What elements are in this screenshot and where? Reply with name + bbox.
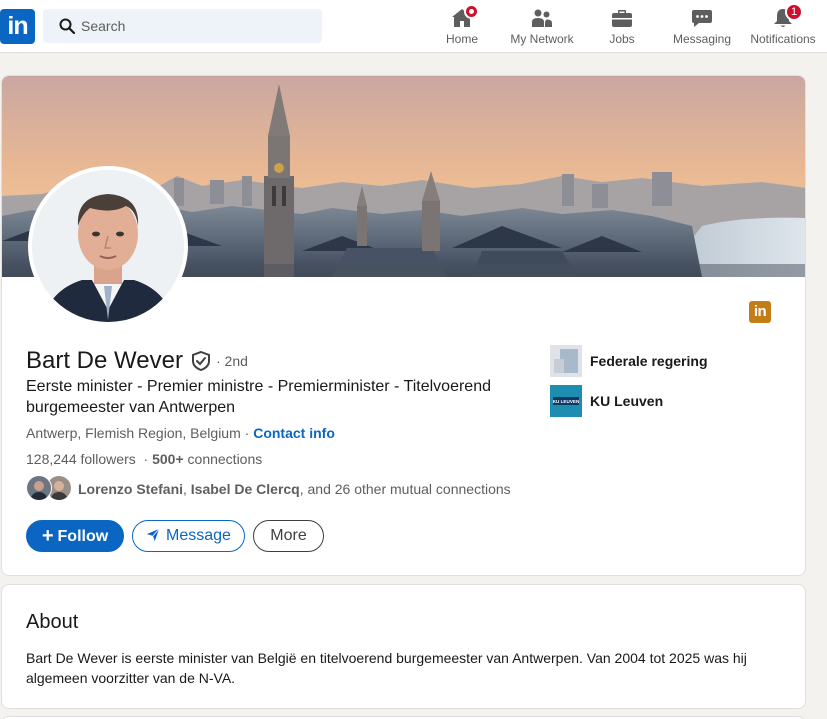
search-input[interactable] [81,9,311,43]
follow-button[interactable]: + Follow [26,520,124,552]
mutual-sep: , [183,481,191,497]
connections-count[interactable]: 500+ [152,451,184,467]
message-label: Message [166,527,231,544]
send-icon [146,528,160,542]
linkedin-logo[interactable]: in [0,9,35,44]
network-icon [532,9,552,27]
nav-jobs[interactable]: Jobs [597,0,647,53]
profile-card: in Bart De Wever · 2nd Eerste minister -… [1,75,806,576]
message-button[interactable]: Message [132,520,245,552]
nav-notifications-label: Notifications [750,32,816,46]
profile-location: Antwerp, Flemish Region, Belgium [26,425,241,441]
nav-my-network[interactable]: My Network [505,0,579,53]
about-text: Bart De Wever is eerste minister van Bel… [26,650,747,686]
mutual-name-1: Lorenzo Stefani [78,481,184,497]
nav-messaging[interactable]: Messaging [670,0,734,53]
more-button[interactable]: More [253,520,324,552]
org-name-federale-regering: Federale regering [590,353,708,369]
nav-notifications[interactable]: 1 Notifications [746,0,820,53]
followers-line: 128,244 followers · 500+ connections [26,451,262,467]
profile-headline: Eerste minister - Premier ministre - Pre… [26,378,491,416]
briefcase-icon [612,10,632,27]
linkedin-badge-icon[interactable]: in [749,301,771,323]
follow-label: Follow [57,528,109,545]
ku-leuven-logo: KU LEUVEN [550,385,582,417]
search-icon [59,18,75,34]
verified-shield-icon[interactable] [190,350,212,372]
profile-photo [32,170,184,322]
about-card: About Bart De Wever is eerste minister v… [1,584,806,709]
profile-avatar[interactable] [28,166,188,326]
federale-regering-logo [550,345,582,377]
ku-leuven-logo-text: KU LEUVEN [553,399,580,404]
mutual-avatars[interactable] [26,475,72,501]
followers-count: 128,244 followers [26,451,136,467]
top-nav: in Home My Network Jobs Mess [0,0,827,53]
more-label: More [270,527,307,544]
chat-icon [692,10,712,27]
nav-my-network-label: My Network [510,32,574,46]
location-separator: · [240,425,254,441]
nav-home-label: Home [445,32,478,46]
mutual-rest: , and 26 other mutual connections [299,481,511,497]
profile-name: Bart De Wever [26,347,183,374]
connection-degree: · 2nd [216,353,248,369]
search-box[interactable] [43,9,322,43]
plus-icon: + [41,525,54,547]
profile-location-line: Antwerp, Flemish Region, Belgium · Conta… [26,425,335,441]
notifications-badge: 1 [785,3,803,21]
connections-suffix[interactable]: connections [184,451,263,467]
org-name-ku-leuven: KU Leuven [590,393,664,409]
nav-home[interactable]: Home [437,0,487,53]
mutual-avatar-1 [26,475,52,501]
connections-separator: · [135,451,153,467]
mutual-name-2: Isabel De Clercq [190,481,300,497]
nav-jobs-label: Jobs [609,32,635,46]
about-title: About [26,611,79,633]
nav-messaging-label: Messaging [672,32,732,46]
contact-info-link[interactable]: Contact info [253,425,335,441]
home-notification-dot [464,4,479,19]
mutual-connections[interactable]: Lorenzo Stefani, Isabel De Clercq, and 2… [78,481,511,497]
